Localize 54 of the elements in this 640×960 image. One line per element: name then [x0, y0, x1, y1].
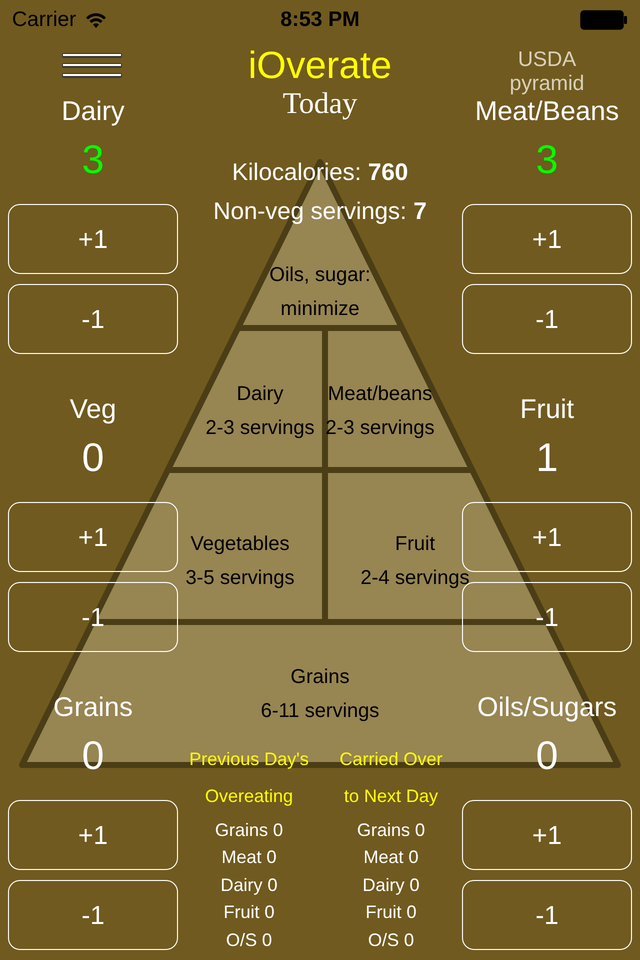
carry-over-value: Meat 0 [221, 846, 277, 869]
carry-over-value: Fruit 0 [223, 901, 274, 924]
tier-name: Grains [290, 665, 350, 690]
serving-step-button[interactable]: -1 [8, 880, 178, 950]
serving-count: 3 [82, 137, 104, 184]
wifi-icon [84, 11, 108, 29]
serving-step-button[interactable]: -1 [8, 284, 178, 354]
battery-icon [580, 10, 628, 30]
tier-name: Vegetables [190, 532, 290, 557]
serving-step-button[interactable]: +1 [462, 502, 632, 572]
carrier-name: Carrier [12, 7, 76, 34]
tier-servings: minimize [280, 297, 360, 322]
food-group-label: Meat/Beans [474, 95, 620, 128]
food-group-label: Fruit [520, 393, 574, 426]
food-group-label: Veg [70, 393, 116, 426]
tier-servings: 6-11 servings [260, 699, 380, 724]
tier-servings: 2-3 servings [326, 416, 434, 441]
serving-count: 3 [536, 137, 558, 184]
carry-over-value: O/S 0 [226, 928, 272, 952]
tier-servings: 3-5 servings [186, 566, 294, 591]
status-time: 8:53 PM [280, 7, 360, 34]
carry-over-value: Dairy 0 [220, 874, 278, 897]
serving-step-button[interactable]: +1 [8, 204, 178, 274]
day-heading: Today [282, 88, 358, 120]
tier-name: Meat/beans [328, 382, 432, 407]
serving-count: 0 [82, 733, 104, 780]
carry-over-value: Dairy 0 [362, 874, 420, 897]
tier-name: Oils, sugar: [269, 263, 371, 288]
serving-step-button[interactable]: +1 [8, 800, 178, 870]
tier-servings: 2-3 servings [206, 416, 314, 441]
food-group-label: Oils/Sugars [477, 691, 617, 724]
tier-name: Fruit [395, 532, 435, 557]
serving-step-button[interactable]: +1 [462, 800, 632, 870]
serving-count: 0 [82, 435, 104, 482]
carry-over-value: Grains 0 [214, 818, 284, 842]
serving-step-button[interactable]: +1 [8, 502, 178, 572]
serving-step-button[interactable]: -1 [462, 880, 632, 950]
carry-over-value: O/S 0 [368, 928, 414, 952]
carry-over-value: Fruit 0 [365, 901, 416, 924]
serving-step-button[interactable]: -1 [462, 284, 632, 354]
serving-step-button[interactable]: -1 [8, 582, 178, 652]
food-group-label: Grains [53, 691, 133, 724]
serving-count: 1 [536, 435, 558, 482]
serving-step-button[interactable]: +1 [462, 204, 632, 274]
carry-over-value: Grains 0 [356, 818, 426, 842]
app-title: iOverate [248, 44, 392, 88]
menu-icon[interactable] [62, 51, 122, 81]
carry-over-value: Meat 0 [363, 846, 419, 869]
usda-pyramid-link[interactable]: USDA pyramid [502, 48, 592, 92]
food-group-label: Dairy [61, 95, 124, 128]
tier-name: Dairy [236, 382, 284, 407]
serving-count: 0 [536, 733, 558, 780]
summary-line: Non-veg servings: 7 [213, 197, 427, 227]
summary-line: Kilocalories: 760 [232, 158, 408, 188]
